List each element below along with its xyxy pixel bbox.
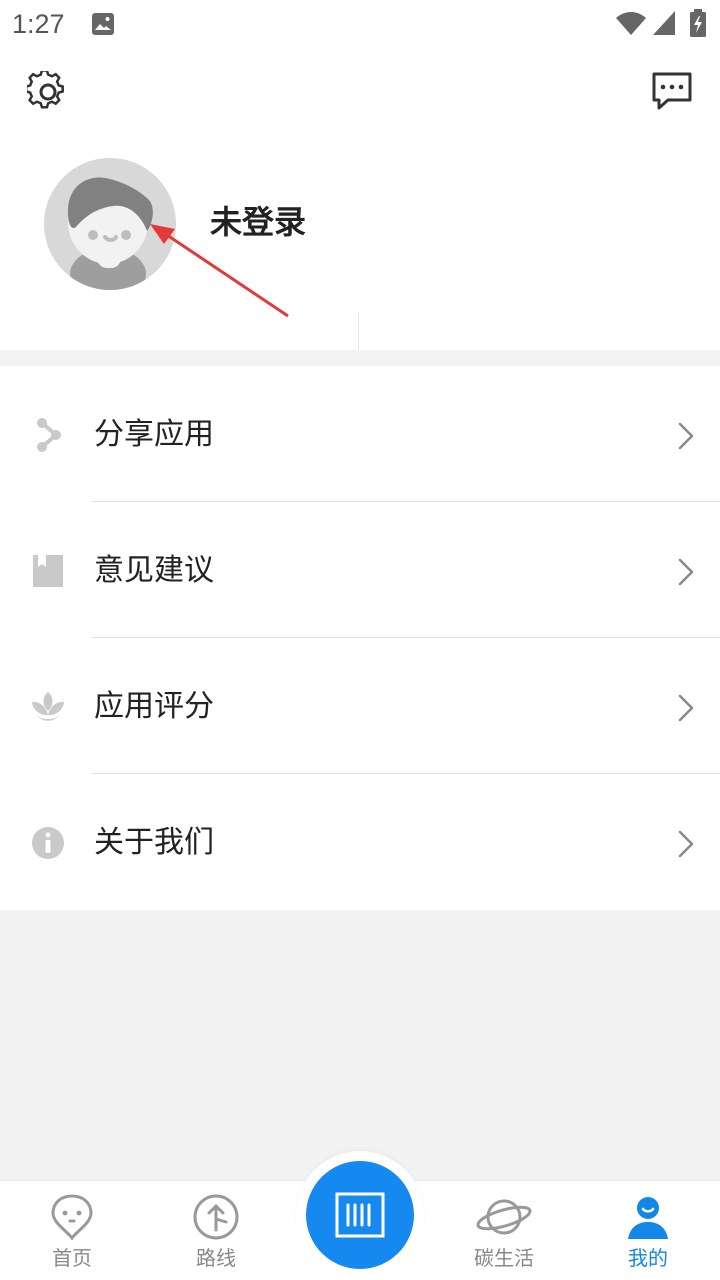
share-icon xyxy=(37,418,61,452)
menu-item-feedback[interactable]: 意见建议 xyxy=(0,502,720,638)
tab-route[interactable]: 路线 xyxy=(144,1181,288,1280)
app-screen: 1:27 未登录 分享应用 意见建议 应用评分 关于我们 首页 路线 碳生活 我… xyxy=(0,0,720,1280)
menu-item-share-app[interactable]: 分享应用 xyxy=(0,366,720,502)
settings-menu: 分享应用 意见建议 应用评分 关于我们 xyxy=(0,366,720,910)
tab-label: 我的 xyxy=(628,1246,668,1270)
login-status-label[interactable]: 未登录 xyxy=(210,201,306,243)
gear-icon[interactable] xyxy=(27,71,69,113)
tab-carbon-life[interactable]: 碳生活 xyxy=(432,1181,576,1280)
barcode-scan-icon xyxy=(335,1192,385,1238)
tab-home[interactable]: 首页 xyxy=(0,1181,144,1280)
tab-label: 碳生活 xyxy=(474,1246,534,1270)
chevron-right-icon xyxy=(678,830,694,858)
menu-item-about-us[interactable]: 关于我们 xyxy=(0,774,720,910)
status-time: 1:27 xyxy=(12,9,65,39)
route-arrow-icon xyxy=(193,1194,239,1240)
scan-button-container xyxy=(296,1151,424,1279)
menu-item-rate-app[interactable]: 应用评分 xyxy=(0,638,720,774)
planet-icon xyxy=(476,1199,532,1235)
tab-label: 路线 xyxy=(196,1246,236,1270)
person-icon xyxy=(628,1197,668,1239)
leaf-rating-icon xyxy=(32,692,64,721)
image-notification-icon xyxy=(92,13,114,35)
chevron-right-icon xyxy=(678,558,694,586)
message-dots-icon[interactable] xyxy=(651,71,693,113)
menu-label: 意见建议 xyxy=(94,553,214,588)
section-gap xyxy=(0,350,720,366)
cellular-signal-icon xyxy=(653,11,675,35)
tab-label: 首页 xyxy=(52,1246,92,1270)
menu-label: 应用评分 xyxy=(94,689,214,724)
menu-label: 分享应用 xyxy=(94,417,214,452)
status-bar: 1:27 xyxy=(0,0,720,48)
menu-label: 关于我们 xyxy=(94,825,214,860)
feedback-bookmark-icon xyxy=(33,555,63,587)
scan-button[interactable] xyxy=(306,1161,414,1269)
chevron-right-icon xyxy=(678,422,694,450)
battery-charging-icon xyxy=(690,9,706,37)
chevron-right-icon xyxy=(678,694,694,722)
wifi-icon xyxy=(616,12,646,35)
tab-mine[interactable]: 我的 xyxy=(576,1181,720,1280)
info-icon xyxy=(32,827,64,859)
default-user-avatar[interactable] xyxy=(44,158,176,290)
map-pin-home-icon xyxy=(51,1194,93,1241)
